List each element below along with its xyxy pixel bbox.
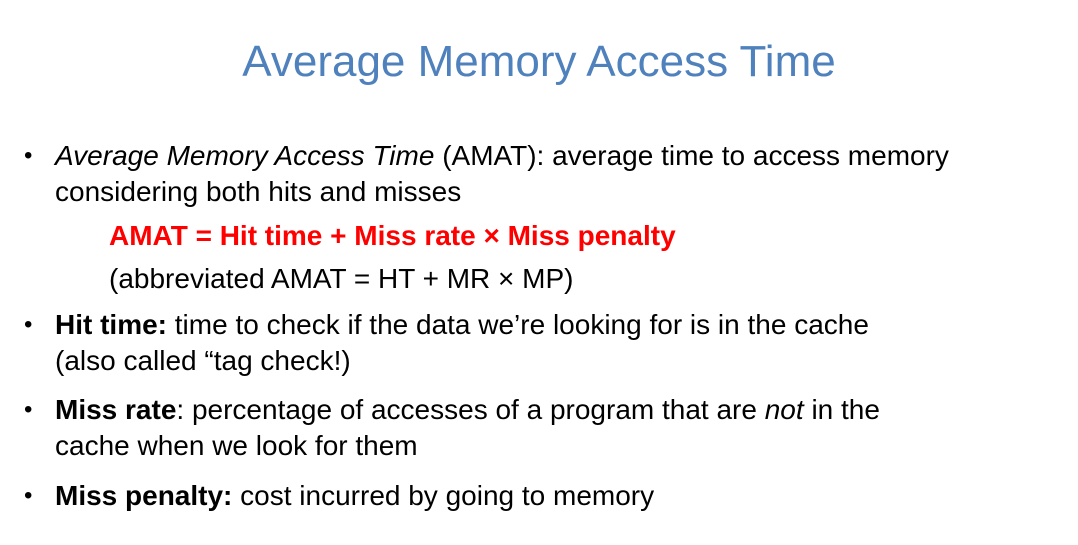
miss-rate-definition: : percentage of accesses of a program th… xyxy=(176,394,765,425)
bullet-line-continued: considering both hits and misses xyxy=(55,176,462,207)
miss-penalty-definition: cost incurred by going to memory xyxy=(232,480,655,511)
bullet-line: Miss penalty: cost incurred by going to … xyxy=(55,478,1064,514)
hit-time-term: Hit time: xyxy=(55,309,167,340)
bullet-line-continued: cache when we look for them xyxy=(55,430,418,461)
miss-penalty-term: Miss penalty: xyxy=(55,480,233,511)
bullet-line-continued: (also called “tag check!) xyxy=(55,345,351,376)
bullet-icon: • xyxy=(24,311,33,338)
bullet-line: Hit time: time to check if the data we’r… xyxy=(55,307,1064,343)
hit-time-definition: time to check if the data we’re looking … xyxy=(167,309,869,340)
bullet-hit-time: • Hit time: time to check if the data we… xyxy=(24,307,1064,379)
amat-term: Average Memory Access Time xyxy=(55,140,435,171)
bullet-icon: • xyxy=(24,396,33,423)
bullet-amat-definition: • Average Memory Access Time (AMAT): ave… xyxy=(24,138,1064,210)
miss-rate-term: Miss rate xyxy=(55,394,177,425)
miss-rate-emphasis: not xyxy=(764,394,804,425)
bullet-miss-rate: • Miss rate: percentage of accesses of a… xyxy=(24,392,1064,464)
bullet-line: Average Memory Access Time (AMAT): avera… xyxy=(55,138,1064,174)
amat-definition-text: (AMAT): average time to access memory xyxy=(434,140,949,171)
bullet-line: Miss rate: percentage of accesses of a p… xyxy=(55,392,1064,428)
amat-abbreviation: (abbreviated AMAT = HT + MR × MP) xyxy=(109,263,574,294)
amat-formula: AMAT = Hit time + Miss rate × Miss penal… xyxy=(109,220,676,251)
bullet-miss-penalty: • Miss penalty: cost incurred by going t… xyxy=(24,478,1064,514)
bullet-icon: • xyxy=(24,142,33,169)
slide-title: Average Memory Access Time xyxy=(242,37,836,86)
bullet-icon: • xyxy=(24,482,33,509)
miss-rate-definition-end: in the xyxy=(803,394,880,425)
